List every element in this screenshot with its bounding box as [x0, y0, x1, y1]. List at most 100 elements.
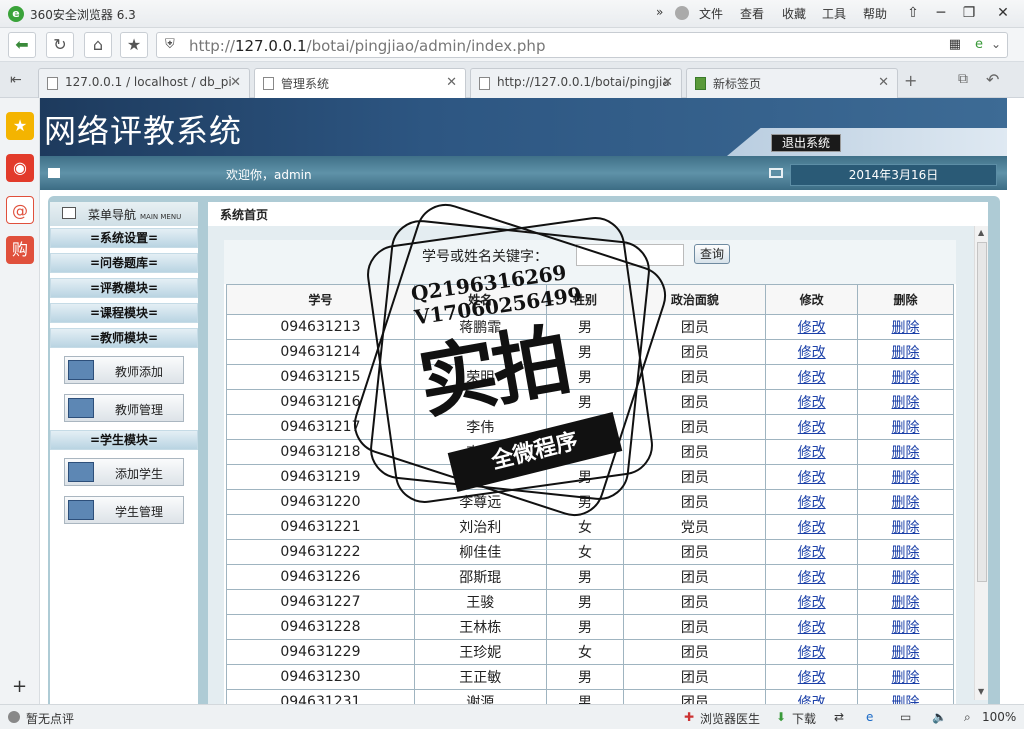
student-add-button[interactable]: 添加学生	[64, 458, 184, 486]
add-sidebar-icon[interactable]: +	[12, 676, 27, 697]
home-button[interactable]: ⌂	[84, 32, 112, 58]
edit-link[interactable]: 修改	[798, 420, 826, 436]
edit-link[interactable]: 修改	[798, 445, 826, 461]
restore-icon[interactable]: ❐	[956, 3, 982, 23]
mail-icon[interactable]: @	[6, 196, 34, 224]
close-window-icon[interactable]: ✕	[990, 3, 1016, 23]
zoom-level[interactable]: 100%	[982, 710, 1016, 724]
delete-link[interactable]: 删除	[892, 545, 920, 561]
delete-link[interactable]: 删除	[892, 645, 920, 661]
edit-link[interactable]: 修改	[798, 695, 826, 704]
delete-link-cell: 删除	[857, 439, 954, 465]
delete-link[interactable]: 删除	[892, 620, 920, 636]
close-tab-icon[interactable]: ✕	[878, 75, 889, 90]
gender-cell: 男	[545, 414, 625, 440]
module-student[interactable]: =学生模块=	[50, 430, 198, 450]
edit-link[interactable]: 修改	[798, 670, 826, 686]
home-icon[interactable]	[48, 168, 60, 178]
close-tab-icon[interactable]: ✕	[662, 75, 673, 90]
user-avatar-icon[interactable]	[675, 6, 689, 20]
volume-icon[interactable]: 🔈	[932, 710, 947, 724]
edit-link[interactable]: 修改	[798, 395, 826, 411]
tab-phpmyadmin[interactable]: 127.0.0.1 / localhost / db_pi ✕	[38, 68, 250, 98]
delete-link[interactable]: 删除	[892, 495, 920, 511]
close-tab-icon[interactable]: ✕	[230, 75, 241, 90]
module-system-settings[interactable]: =系统设置=	[50, 228, 198, 248]
module-evaluation[interactable]: =评教模块=	[50, 278, 198, 298]
zoom-icon[interactable]: ⌕	[964, 710, 971, 725]
delete-link[interactable]: 删除	[892, 420, 920, 436]
refresh-button[interactable]: ↻	[46, 32, 74, 58]
delete-link[interactable]: 删除	[892, 670, 920, 686]
delete-link[interactable]: 删除	[892, 445, 920, 461]
scroll-down-icon[interactable]: ▼	[978, 687, 984, 696]
tab-new-tab[interactable]: 新标签页 ✕	[686, 68, 898, 98]
delete-link[interactable]: 删除	[892, 520, 920, 536]
ie-mode-icon[interactable]: e	[866, 710, 873, 724]
menu-file[interactable]: 文件	[699, 5, 723, 22]
undo-close-icon[interactable]: ↶	[986, 70, 999, 89]
browser-doctor-link[interactable]: 浏览器医生	[700, 710, 760, 727]
edit-link[interactable]: 修改	[798, 620, 826, 636]
module-question-bank[interactable]: =问卷题库=	[50, 253, 198, 273]
edit-link[interactable]: 修改	[798, 470, 826, 486]
tab-admin-system[interactable]: 管理系统 ✕	[254, 68, 466, 98]
tab-list-icon[interactable]: ⧉	[958, 71, 968, 87]
back-button[interactable]: ⬅	[8, 32, 36, 58]
edit-link[interactable]: 修改	[798, 370, 826, 386]
menu-help[interactable]: 帮助	[863, 5, 887, 22]
menu-tools[interactable]: 工具	[822, 5, 846, 22]
delete-link[interactable]: 删除	[892, 470, 920, 486]
edit-link[interactable]: 修改	[798, 645, 826, 661]
browser-engine-icon[interactable]: e	[975, 37, 983, 52]
module-teacher[interactable]: =教师模块=	[50, 328, 198, 348]
close-tab-icon[interactable]: ✕	[446, 75, 457, 90]
more-icon[interactable]: »	[656, 5, 663, 19]
chevron-down-icon[interactable]: ⌄	[991, 37, 1001, 51]
scroll-thumb[interactable]	[977, 242, 987, 582]
delete-link[interactable]: 删除	[892, 695, 920, 704]
new-tab-icon[interactable]: +	[904, 71, 917, 90]
weibo-icon[interactable]: ◉	[6, 154, 34, 182]
search-button[interactable]: 查询	[694, 244, 730, 264]
search-input[interactable]	[576, 244, 684, 266]
user-icon	[68, 360, 94, 380]
delete-link[interactable]: 删除	[892, 570, 920, 586]
edit-link[interactable]: 修改	[798, 570, 826, 586]
delete-link[interactable]: 删除	[892, 395, 920, 411]
pin-icon[interactable]: ⇧	[900, 3, 926, 23]
student-manage-button[interactable]: 学生管理	[64, 496, 184, 524]
tab-pingjiao[interactable]: http://127.0.0.1/botai/pingjia ✕	[470, 68, 682, 98]
logout-button[interactable]: 退出系统	[771, 134, 841, 152]
address-bar[interactable]: ⛨ http://127.0.0.1/botai/pingjiao/admin/…	[156, 32, 1008, 58]
qrcode-icon[interactable]: ▦	[949, 37, 961, 52]
edit-link[interactable]: 修改	[798, 520, 826, 536]
scroll-up-icon[interactable]: ▲	[978, 228, 984, 237]
edit-link[interactable]: 修改	[798, 595, 826, 611]
favorites-star-icon[interactable]: ★	[6, 112, 34, 140]
module-course[interactable]: =课程模块=	[50, 303, 198, 323]
edit-link[interactable]: 修改	[798, 545, 826, 561]
delete-link[interactable]: 删除	[892, 370, 920, 386]
shopping-icon[interactable]: 购	[6, 236, 34, 264]
sidebar-toggle-icon[interactable]: ⇤	[10, 72, 22, 88]
delete-link[interactable]: 删除	[892, 345, 920, 361]
edit-link[interactable]: 修改	[798, 320, 826, 336]
edit-link[interactable]: 修改	[798, 495, 826, 511]
vertical-scrollbar[interactable]: ▲ ▼	[974, 226, 988, 700]
teacher-add-button[interactable]: 教师添加	[64, 356, 184, 384]
column-header: 学号	[226, 284, 415, 315]
window-icon[interactable]: ▭	[900, 710, 911, 724]
download-link[interactable]: 下载	[792, 710, 816, 727]
tab-label: 管理系统	[281, 77, 330, 91]
teacher-manage-button[interactable]: 教师管理	[64, 394, 184, 422]
delete-link[interactable]: 删除	[892, 595, 920, 611]
favorite-button[interactable]: ★	[120, 32, 148, 58]
delete-link[interactable]: 删除	[892, 320, 920, 336]
url-text[interactable]: http://127.0.0.1/botai/pingjiao/admin/in…	[189, 37, 545, 55]
translate-icon[interactable]: ⇄	[834, 710, 844, 724]
menu-view[interactable]: 查看	[740, 5, 764, 22]
minimize-icon[interactable]: ─	[928, 3, 954, 23]
menu-favorites[interactable]: 收藏	[782, 5, 806, 22]
edit-link[interactable]: 修改	[798, 345, 826, 361]
